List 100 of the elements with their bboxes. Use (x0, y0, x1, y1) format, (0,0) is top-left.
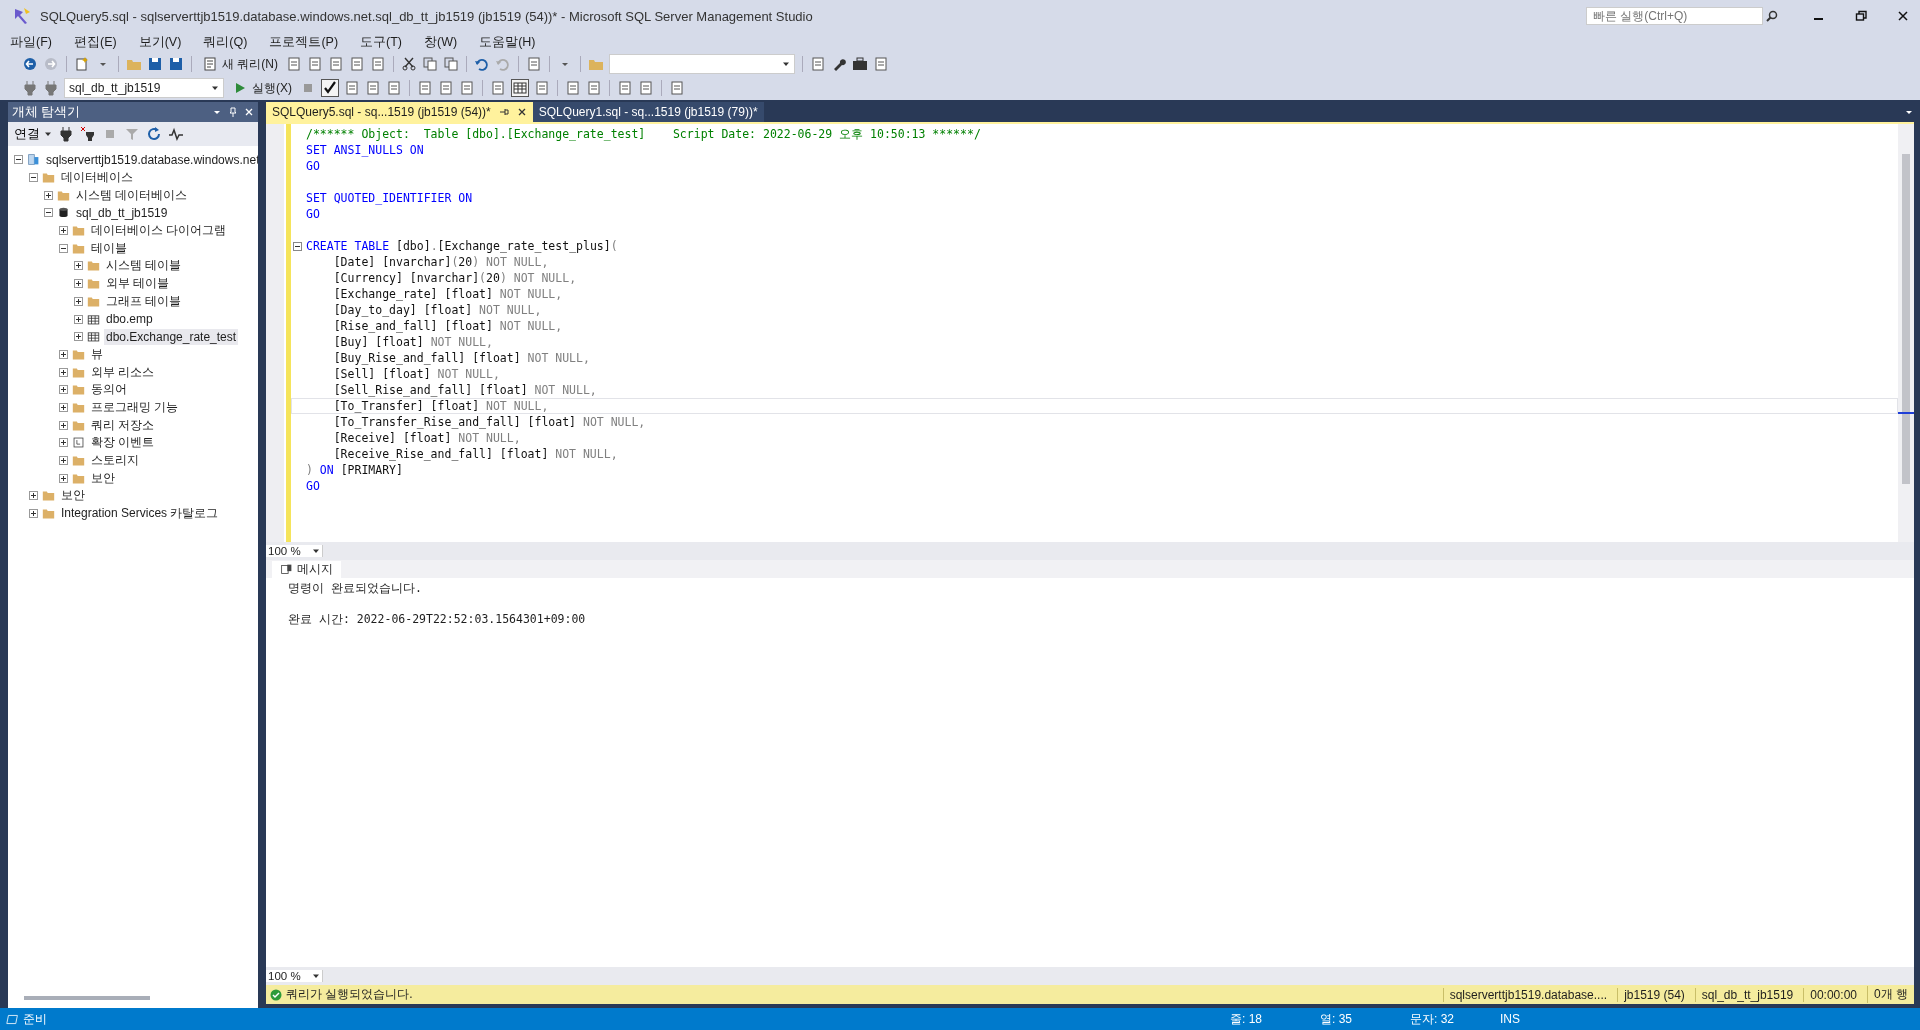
tree-item[interactable]: 외부 테이블 (104, 274, 172, 294)
menu-item[interactable]: 편집(E) (73, 33, 117, 51)
document-icon[interactable] (669, 80, 685, 96)
menu-item[interactable]: 창(W) (424, 33, 458, 51)
plug-icon[interactable] (58, 126, 74, 142)
refresh-icon[interactable] (146, 126, 162, 142)
expand-icon[interactable] (74, 296, 83, 306)
document-icon[interactable] (534, 80, 550, 96)
tree-item[interactable]: 쿼리 저장소 (89, 415, 157, 435)
document-icon[interactable] (617, 80, 633, 96)
tree-item[interactable]: dbo.emp (104, 311, 155, 328)
document-icon[interactable] (810, 56, 826, 72)
tree-item[interactable]: 데이터베이스 다이어그램 (89, 221, 229, 241)
expand-icon[interactable] (74, 314, 83, 324)
checkmark-icon[interactable] (321, 79, 339, 97)
new-query-button[interactable]: 새 쿼리(N) (199, 55, 281, 73)
tree-item[interactable]: 뷰 (89, 344, 105, 364)
tree-item[interactable]: 프로그래밍 기능 (89, 397, 181, 417)
new-item-icon[interactable] (74, 56, 90, 72)
close-icon[interactable] (1897, 10, 1909, 22)
disconnect-icon[interactable] (80, 126, 96, 142)
expand-icon[interactable] (59, 226, 68, 236)
tree-item[interactable]: 스토리지 (89, 451, 141, 471)
document-tab[interactable]: SQLQuery1.sql - sq...1519 (jb1519 (79))* (532, 102, 764, 122)
document-icon[interactable] (638, 80, 654, 96)
document-icon[interactable] (873, 56, 889, 72)
tree-item[interactable]: 확장 이벤트 (89, 433, 157, 453)
tree-item[interactable]: 데이터베이스 (59, 168, 135, 188)
menu-item[interactable]: 파일(F) (10, 33, 52, 51)
document-icon[interactable] (386, 80, 402, 96)
zoom-dropdown[interactable]: 100 % (266, 545, 323, 557)
toolbox-icon[interactable] (852, 56, 868, 72)
collapse-icon[interactable] (29, 173, 38, 183)
execute-button[interactable]: 실행(X) (229, 79, 295, 97)
collapse-icon[interactable] (44, 208, 53, 218)
tree-item[interactable]: 보안 (59, 486, 87, 506)
scrollbar-thumb[interactable] (24, 996, 150, 1000)
undo-icon[interactable] (474, 56, 490, 72)
connect-button[interactable]: 연결 (14, 125, 52, 143)
expand-icon[interactable] (59, 473, 68, 483)
expand-icon[interactable] (74, 261, 83, 271)
zoom-dropdown[interactable]: 100 % (266, 970, 323, 982)
document-icon[interactable] (286, 56, 302, 72)
collapse-icon[interactable] (293, 242, 302, 251)
tree-item[interactable]: Integration Services 카탈로그 (59, 504, 221, 524)
scrollbar-thumb[interactable] (1902, 154, 1910, 484)
expand-icon[interactable] (59, 438, 68, 448)
document-icon[interactable] (490, 80, 506, 96)
collapse-icon[interactable] (59, 243, 68, 253)
expand-icon[interactable] (59, 420, 68, 430)
tree-item[interactable]: sql_db_tt_jb1519 (74, 204, 170, 221)
grid-icon[interactable] (511, 79, 529, 97)
document-icon[interactable] (526, 56, 542, 72)
collapse-icon[interactable] (14, 155, 23, 165)
copy-icon[interactable] (422, 56, 438, 72)
tree-item[interactable]: 그래프 테이블 (104, 291, 184, 311)
expand-icon[interactable] (59, 385, 68, 395)
document-icon[interactable] (565, 80, 581, 96)
expand-icon[interactable] (29, 491, 38, 501)
expand-icon[interactable] (29, 509, 38, 519)
tree-item[interactable]: 시스템 테이블 (104, 256, 184, 276)
document-icon[interactable] (365, 80, 381, 96)
messages-tab[interactable]: 메시지 (272, 561, 341, 578)
document-icon[interactable] (344, 80, 360, 96)
expand-icon[interactable] (59, 367, 68, 377)
cut-icon[interactable] (401, 56, 417, 72)
tree-item[interactable]: dbo.Exchange_rate_test (104, 328, 239, 345)
document-icon[interactable] (586, 80, 602, 96)
menu-item[interactable]: 쿼리(Q) (203, 33, 248, 51)
activity-icon[interactable] (168, 126, 184, 142)
close-icon[interactable] (516, 107, 527, 117)
save-icon[interactable] (147, 56, 163, 72)
tree-item[interactable]: 보안 (89, 468, 117, 488)
database-dropdown[interactable]: sql_db_tt_jb1519 (64, 78, 224, 98)
document-icon[interactable] (307, 56, 323, 72)
document-icon[interactable] (349, 56, 365, 72)
document-icon[interactable] (328, 56, 344, 72)
expand-icon[interactable] (44, 190, 53, 200)
pin-icon[interactable] (498, 107, 509, 117)
restore-icon[interactable] (1855, 10, 1867, 22)
document-icon[interactable] (370, 56, 386, 72)
document-icon[interactable] (459, 80, 475, 96)
tree-item[interactable]: 외부 리소스 (89, 362, 157, 382)
expand-icon[interactable] (59, 402, 68, 412)
expand-icon[interactable] (59, 349, 68, 359)
menu-item[interactable]: 프로젝트(P) (269, 33, 339, 51)
dropdown-field[interactable] (609, 54, 795, 74)
menu-item[interactable]: 도움말(H) (479, 33, 536, 51)
expand-icon[interactable] (59, 456, 68, 466)
tree-item[interactable]: 테이블 (89, 238, 129, 258)
expand-icon[interactable] (74, 332, 83, 342)
quick-launch-field[interactable]: 빠른 실행(Ctrl+Q) (1586, 7, 1763, 25)
menu-item[interactable]: 보기(V) (138, 33, 182, 51)
document-icon[interactable] (438, 80, 454, 96)
menu-item[interactable]: 도구(T) (360, 33, 402, 51)
tree-item[interactable]: 동의어 (89, 380, 129, 400)
document-icon[interactable] (417, 80, 433, 96)
document-tab[interactable]: SQLQuery5.sql - sq...1519 (jb1519 (54))* (266, 102, 533, 122)
tree-item[interactable]: 시스템 데이터베이스 (74, 185, 190, 205)
expand-icon[interactable] (74, 279, 83, 289)
